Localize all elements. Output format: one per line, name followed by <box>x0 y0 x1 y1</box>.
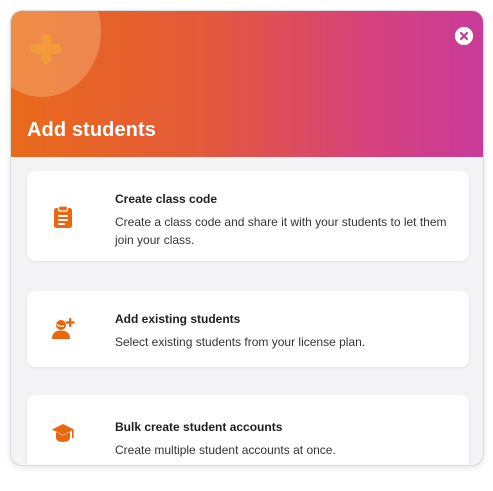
option-title: Create class code <box>115 192 218 206</box>
option-description: Create a class code and share it with yo… <box>115 215 447 247</box>
bulk-create-accounts-option[interactable]: Bulk create student accounts Create mult… <box>27 395 469 465</box>
dialog-header: Add students <box>11 11 483 157</box>
add-user-icon <box>52 318 75 339</box>
option-title: Bulk create student accounts <box>115 420 283 434</box>
option-description: Select existing students from your licen… <box>115 335 366 349</box>
dialog-title: Add students <box>27 119 156 141</box>
option-text: Add existing students Select existing st… <box>115 311 455 351</box>
add-students-dialog: Add students Create class code Create a … <box>10 10 484 466</box>
close-circle-icon <box>455 27 473 45</box>
option-text: Create class code Create a class code an… <box>115 191 455 249</box>
close-button[interactable] <box>455 27 473 45</box>
add-existing-students-option[interactable]: Add existing students Select existing st… <box>27 291 469 367</box>
create-class-code-option[interactable]: Create class code Create a class code an… <box>27 171 469 261</box>
option-title: Add existing students <box>115 312 241 326</box>
option-text: Bulk create student accounts Create mult… <box>115 419 455 459</box>
plus-icon <box>31 34 61 64</box>
option-description: Create multiple student accounts at once… <box>115 443 336 457</box>
clipboard-icon <box>54 205 72 228</box>
graduation-cap-icon <box>52 424 74 442</box>
